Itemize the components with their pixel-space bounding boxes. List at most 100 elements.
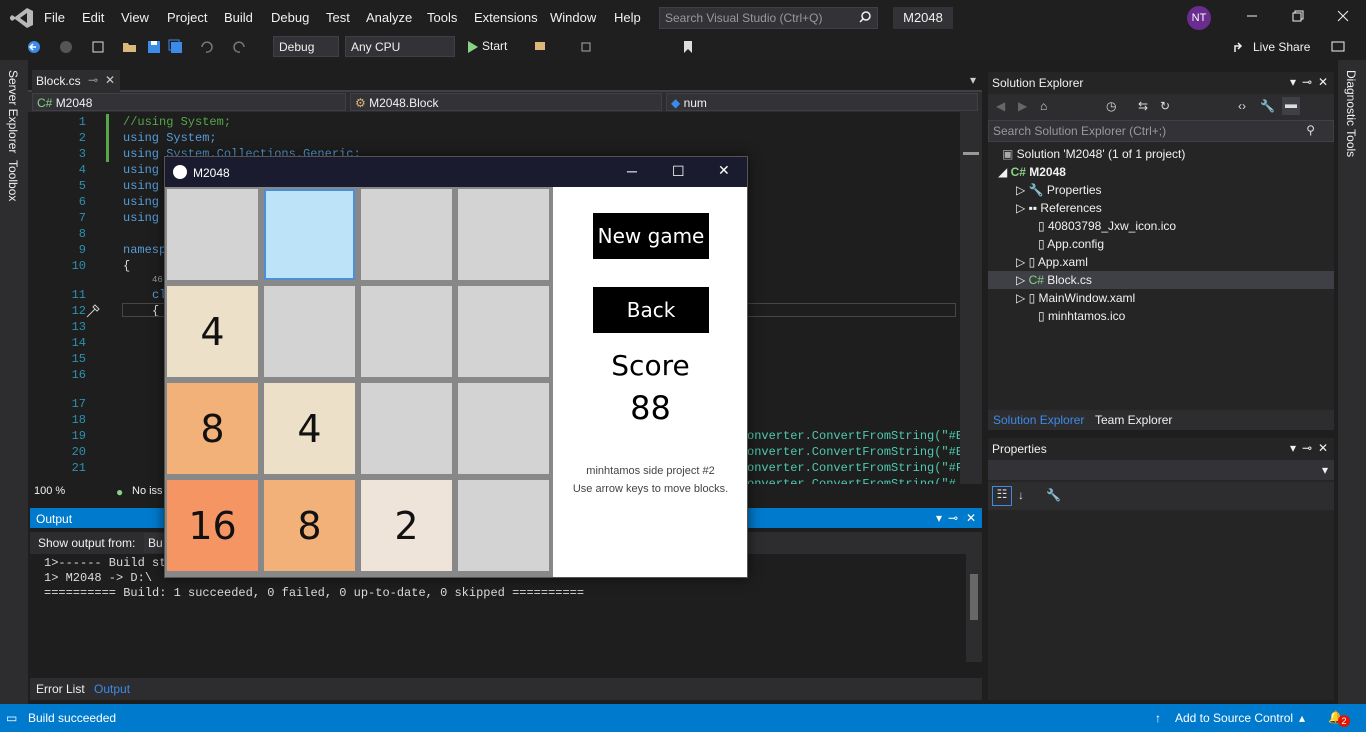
new-game-button[interactable]: New game	[593, 213, 709, 259]
game-maximize-icon[interactable]: ☐	[672, 163, 685, 180]
tree-item-minhtamos-ico[interactable]: ▯ minhtamos.ico	[1038, 309, 1125, 323]
output-pin-icon[interactable]: ⊸	[948, 511, 958, 525]
collapse-chevron-icon[interactable]: ▷	[1016, 273, 1029, 287]
game-minimize-icon[interactable]: ─	[627, 163, 637, 179]
collapse-chevron-icon[interactable]: ▷	[1016, 183, 1029, 197]
forward-nav-icon[interactable]	[58, 39, 74, 55]
menu-file[interactable]: File	[44, 10, 65, 25]
close-icon[interactable]	[1335, 8, 1351, 24]
tree-item-references[interactable]: ▷ ▪▪ References	[1016, 201, 1102, 215]
game-close-icon[interactable]: ✕	[718, 162, 730, 179]
tab-solution-explorer[interactable]: Solution Explorer	[993, 413, 1084, 427]
menu-analyze[interactable]: Analyze	[366, 10, 412, 25]
pane-menu-icon[interactable]: ▾	[1290, 441, 1296, 455]
live-share-icon[interactable]	[1232, 39, 1248, 55]
start-button[interactable]: Start	[482, 39, 507, 53]
class-dropdown[interactable]: ⚙ M2048.Block	[350, 93, 662, 111]
game-titlebar[interactable]: M2048 ─ ☐ ✕	[165, 157, 747, 187]
start-play-icon[interactable]	[465, 39, 481, 55]
diagnostic-tools-tab[interactable]: Diagnostic Tools	[1344, 70, 1358, 157]
menu-edit[interactable]: Edit	[82, 10, 104, 25]
output-scrollbar[interactable]	[966, 554, 982, 662]
save-icon[interactable]	[146, 39, 162, 55]
refresh-icon[interactable]: ↻	[1160, 99, 1170, 113]
back-nav-icon[interactable]	[26, 39, 42, 55]
bookmark-icon[interactable]	[680, 39, 696, 55]
menu-help[interactable]: Help	[614, 10, 641, 25]
editor-scrollbar[interactable]	[960, 112, 982, 484]
menu-tools[interactable]: Tools	[427, 10, 457, 25]
expand-icon[interactable]: ◢	[998, 165, 1011, 179]
tree-item-block-cs[interactable]: ▷ C# Block.cs	[1016, 273, 1092, 287]
alphabetical-icon[interactable]: ↓	[1018, 488, 1024, 502]
tree-item-icon-file[interactable]: ▯ 40803798_Jxw_icon.ico	[1038, 219, 1176, 233]
collapse-chevron-icon[interactable]: ▷	[1016, 291, 1029, 305]
menu-extensions[interactable]: Extensions	[474, 10, 538, 25]
project-dropdown[interactable]: C# M2048	[32, 93, 346, 111]
back-icon[interactable]: ◀	[996, 99, 1005, 113]
open-folder-icon[interactable]	[122, 39, 138, 55]
tab-team-explorer[interactable]: Team Explorer	[1095, 413, 1172, 427]
preview-icon[interactable]: ▬	[1282, 97, 1300, 115]
source-control-button[interactable]: Add to Source Control	[1175, 711, 1293, 725]
scroll-thumb[interactable]	[963, 152, 979, 155]
menu-debug[interactable]: Debug	[271, 10, 309, 25]
tab-block-cs[interactable]: Block.cs ⊸ ✕	[32, 70, 120, 92]
menu-build[interactable]: Build	[224, 10, 253, 25]
new-project-icon[interactable]	[90, 39, 106, 55]
tab-output[interactable]: Output	[94, 682, 130, 696]
toolbox-tab[interactable]: Toolbox	[6, 160, 20, 201]
visual-studio-logo-icon[interactable]	[10, 7, 34, 29]
feedback-icon[interactable]	[1330, 39, 1346, 55]
tree-item-properties[interactable]: ▷ 🔧 Properties	[1016, 183, 1102, 197]
tab-overflow-icon[interactable]: ▾	[970, 73, 976, 87]
home-icon[interactable]: ⌂	[1040, 99, 1047, 113]
history-icon[interactable]: ◷	[1106, 99, 1116, 113]
tree-item-mainwindow[interactable]: ▷ ▯ MainWindow.xaml	[1016, 291, 1135, 305]
pane-pin-icon[interactable]: ⊸	[1302, 75, 1312, 89]
platform-dropdown[interactable]: Any CPU	[345, 36, 455, 57]
restore-icon[interactable]	[1290, 8, 1306, 24]
property-pages-icon[interactable]: 🔧	[1046, 488, 1061, 502]
collapse-chevron-icon[interactable]: ▷	[1016, 255, 1029, 269]
menu-view[interactable]: View	[121, 10, 149, 25]
collapse-chevron-icon[interactable]: ▷	[1016, 201, 1029, 215]
tree-item-app-xaml[interactable]: ▷ ▯ App.xaml	[1016, 255, 1088, 269]
close-tab-icon[interactable]: ✕	[105, 73, 115, 87]
tree-project[interactable]: ◢ C# M2048	[998, 165, 1066, 179]
categorized-icon[interactable]: ☷	[992, 486, 1012, 506]
output-menu-icon[interactable]: ▾	[936, 511, 942, 525]
menu-window[interactable]: Window	[550, 10, 596, 25]
game-board[interactable]: 4 8 4 16 8 2	[165, 187, 553, 577]
search-input[interactable]: Search Visual Studio (Ctrl+Q)	[659, 7, 878, 29]
step-icon[interactable]	[578, 39, 594, 55]
tab-error-list[interactable]: Error List	[36, 682, 85, 696]
zoom-level[interactable]: 100 %	[34, 485, 65, 497]
sync-icon[interactable]: ⇆	[1138, 99, 1148, 113]
member-dropdown[interactable]: ◆ num	[666, 93, 978, 111]
menu-test[interactable]: Test	[326, 10, 350, 25]
codelens-reference[interactable]: 46	[152, 275, 163, 285]
properties-wrench-icon[interactable]: 🔧	[1260, 99, 1275, 113]
pane-pin-icon[interactable]: ⊸	[1302, 441, 1312, 455]
minimize-icon[interactable]	[1244, 8, 1260, 24]
forward-icon[interactable]: ▶	[1018, 99, 1027, 113]
code-view-icon[interactable]: ‹›	[1238, 99, 1246, 113]
solution-search-input[interactable]: Search Solution Explorer (Ctrl+;) ⚲	[988, 120, 1334, 142]
output-close-icon[interactable]: ✕	[966, 511, 976, 525]
menu-project[interactable]: Project	[167, 10, 207, 25]
output-scroll-thumb[interactable]	[970, 574, 978, 620]
server-explorer-tab[interactable]: Server Explorer	[6, 70, 20, 153]
tree-item-app-config[interactable]: ▯ App.config	[1038, 237, 1104, 251]
properties-object-dropdown[interactable]: ▾	[988, 460, 1334, 480]
pane-close-icon[interactable]: ✕	[1318, 441, 1328, 455]
avatar[interactable]: NT	[1187, 6, 1211, 30]
back-button[interactable]: Back	[593, 287, 709, 333]
save-all-icon[interactable]	[168, 39, 184, 55]
pane-close-icon[interactable]: ✕	[1318, 75, 1328, 89]
pane-menu-icon[interactable]: ▾	[1290, 75, 1296, 89]
tree-solution[interactable]: ▣ Solution 'M2048' (1 of 1 project)	[1002, 147, 1185, 161]
pin-icon[interactable]: ⊸	[88, 73, 98, 87]
live-share-button[interactable]: Live Share	[1253, 40, 1310, 54]
attach-icon[interactable]	[533, 39, 549, 55]
